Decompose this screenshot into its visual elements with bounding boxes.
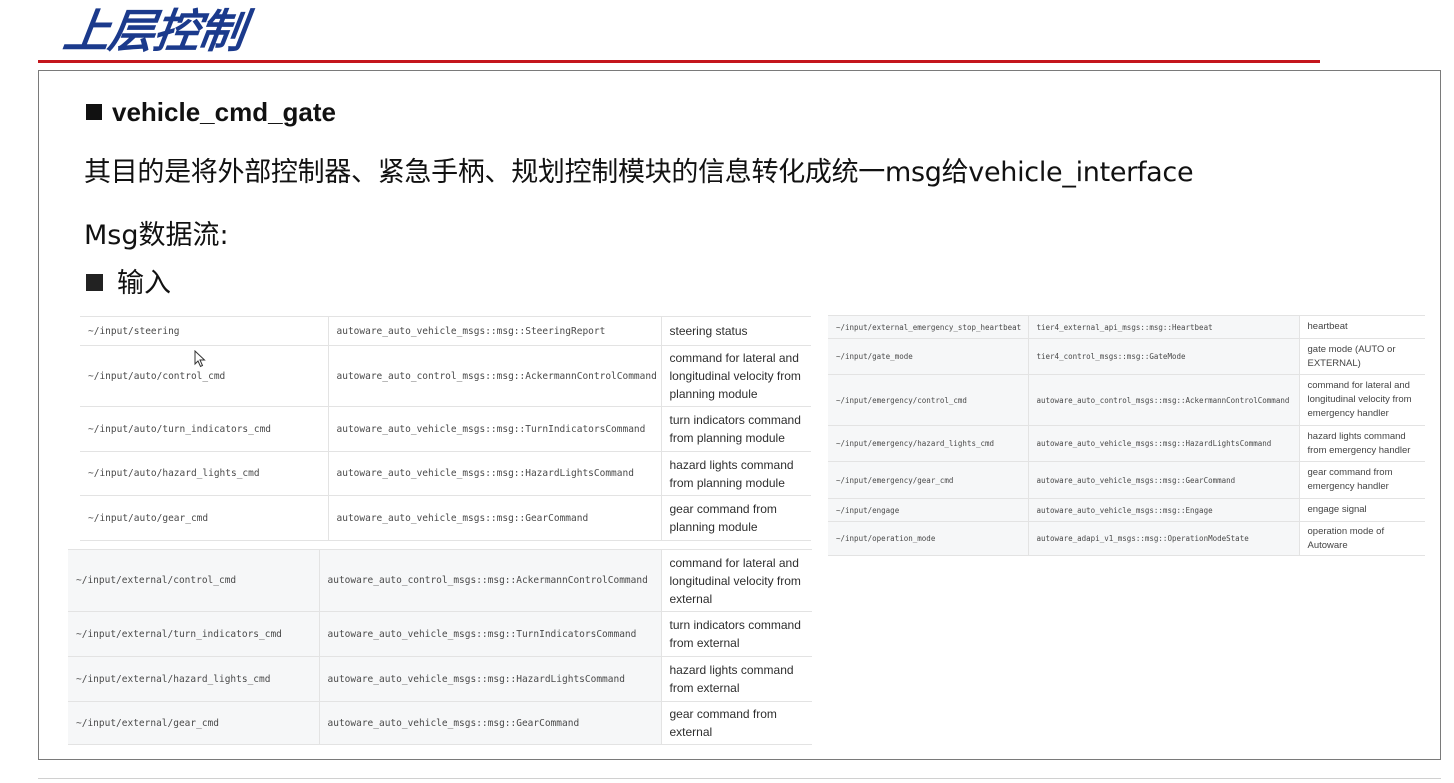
topic-cell: ~/input/emergency/hazard_lights_cmd [828, 425, 1028, 462]
description-cell: command for lateral and longitudinal vel… [660, 549, 812, 612]
type-cell: autoware_auto_vehicle_msgs::msg::GearCom… [1027, 461, 1299, 499]
type-cell: autoware_auto_vehicle_msgs::msg::GearCom… [318, 701, 661, 745]
type-cell: autoware_auto_vehicle_msgs::msg::Steerin… [327, 316, 661, 346]
description-cell: hazard lights command from emergency han… [1298, 425, 1425, 462]
type-cell: autoware_auto_control_msgs::msg::Ackerma… [1027, 374, 1299, 426]
topic-cell: ~/input/external_emergency_stop_heartbea… [828, 315, 1028, 339]
title-underline [38, 60, 1320, 63]
table-row: ~/input/auto/control_cmd autoware_auto_c… [80, 345, 811, 407]
topic-cell: ~/input/emergency/gear_cmd [828, 461, 1028, 499]
mouse-pointer-icon [194, 350, 206, 368]
topic-cell: ~/input/external/gear_cmd [68, 701, 319, 745]
table-row: ~/input/auto/turn_indicators_cmd autowar… [80, 406, 811, 452]
description-text: 其目的是将外部控制器、紧急手柄、规划控制模块的信息转化成统一msg给vehicl… [84, 157, 1194, 188]
type-cell: autoware_auto_control_msgs::msg::Ackerma… [327, 345, 661, 407]
table-row: ~/input/engage autoware_auto_vehicle_msg… [828, 498, 1425, 522]
table-row: ~/input/auto/hazard_lights_cmd autoware_… [80, 451, 811, 496]
auto-inputs-table: ~/input/steering autoware_auto_vehicle_m… [80, 316, 811, 541]
section-heading: vehicle_cmd_gate [86, 97, 336, 128]
topic-cell: ~/input/auto/hazard_lights_cmd [80, 451, 328, 496]
description-cell: command for lateral and longitudinal vel… [1298, 374, 1425, 426]
type-cell: tier4_external_api_msgs::msg::Heartbeat [1027, 315, 1299, 339]
topic-cell: ~/input/auto/turn_indicators_cmd [80, 406, 328, 452]
type-cell: autoware_auto_vehicle_msgs::msg::Engage [1027, 498, 1299, 522]
description-cell: gear command from external [660, 701, 812, 745]
description-cell: gear command from emergency handler [1298, 461, 1425, 499]
topic-cell: ~/input/gate_mode [828, 338, 1028, 375]
table-row: ~/input/steering autoware_auto_vehicle_m… [80, 316, 811, 346]
topic-cell: ~/input/operation_mode [828, 521, 1028, 556]
description-cell: command for lateral and longitudinal vel… [660, 345, 811, 407]
topic-cell: ~/input/engage [828, 498, 1028, 522]
table-row: ~/input/gate_mode tier4_control_msgs::ms… [828, 338, 1425, 375]
table-row: ~/input/external/hazard_lights_cmd autow… [68, 656, 812, 702]
square-bullet-icon [86, 104, 102, 120]
type-cell: autoware_auto_vehicle_msgs::msg::TurnInd… [327, 406, 661, 452]
type-cell: autoware_auto_vehicle_msgs::msg::HazardL… [318, 656, 661, 702]
type-cell: autoware_auto_control_msgs::msg::Ackerma… [318, 549, 661, 612]
square-bullet-icon [86, 274, 103, 291]
type-cell: autoware_auto_vehicle_msgs::msg::GearCom… [327, 495, 661, 541]
type-cell: autoware_adapi_v1_msgs::msg::OperationMo… [1027, 521, 1299, 556]
topic-cell: ~/input/external/control_cmd [68, 549, 319, 612]
topic-cell: ~/input/external/turn_indicators_cmd [68, 611, 319, 657]
description-cell: turn indicators command from planning mo… [660, 406, 811, 452]
topic-cell: ~/input/auto/gear_cmd [80, 495, 328, 541]
table-row: ~/input/operation_mode autoware_adapi_v1… [828, 521, 1425, 556]
msg-dataflow-label: Msg数据流: [84, 220, 229, 251]
description-cell: hazard lights command from external [660, 656, 812, 702]
topic-cell: ~/input/steering [80, 316, 328, 346]
table-row: ~/input/auto/gear_cmd autoware_auto_vehi… [80, 495, 811, 541]
input-heading-text: 输入 [117, 268, 171, 299]
description-cell: steering status [660, 316, 811, 346]
bottom-divider [38, 778, 1441, 779]
description-cell: heartbeat [1298, 315, 1425, 339]
description-cell: turn indicators command from external [660, 611, 812, 657]
table-row: ~/input/external/turn_indicators_cmd aut… [68, 611, 812, 657]
table-row: ~/input/emergency/control_cmd autoware_a… [828, 374, 1425, 426]
description-cell: gate mode (AUTO or EXTERNAL) [1298, 338, 1425, 375]
description-cell: engage signal [1298, 498, 1425, 522]
other-inputs-table: ~/input/external_emergency_stop_heartbea… [828, 315, 1425, 556]
topic-cell: ~/input/emergency/control_cmd [828, 374, 1028, 426]
description-cell: hazard lights command from planning modu… [660, 451, 811, 496]
slide-title: 上层控制 [60, 4, 248, 58]
table-row: ~/input/external_emergency_stop_heartbea… [828, 315, 1425, 339]
type-cell: autoware_auto_vehicle_msgs::msg::HazardL… [1027, 425, 1299, 462]
table-row: ~/input/emergency/hazard_lights_cmd auto… [828, 425, 1425, 462]
type-cell: autoware_auto_vehicle_msgs::msg::TurnInd… [318, 611, 661, 657]
type-cell: tier4_control_msgs::msg::GateMode [1027, 338, 1299, 375]
input-heading: 输入 [86, 261, 171, 300]
description-cell: operation mode of Autoware [1298, 521, 1425, 556]
table-row: ~/input/external/gear_cmd autoware_auto_… [68, 701, 812, 745]
description-cell: gear command from planning module [660, 495, 811, 541]
type-cell: autoware_auto_vehicle_msgs::msg::HazardL… [327, 451, 661, 496]
table-row: ~/input/external/control_cmd autoware_au… [68, 549, 812, 612]
external-inputs-table: ~/input/external/control_cmd autoware_au… [68, 549, 812, 745]
topic-cell: ~/input/external/hazard_lights_cmd [68, 656, 319, 702]
section-heading-text: vehicle_cmd_gate [112, 97, 337, 127]
table-row: ~/input/emergency/gear_cmd autoware_auto… [828, 461, 1425, 499]
